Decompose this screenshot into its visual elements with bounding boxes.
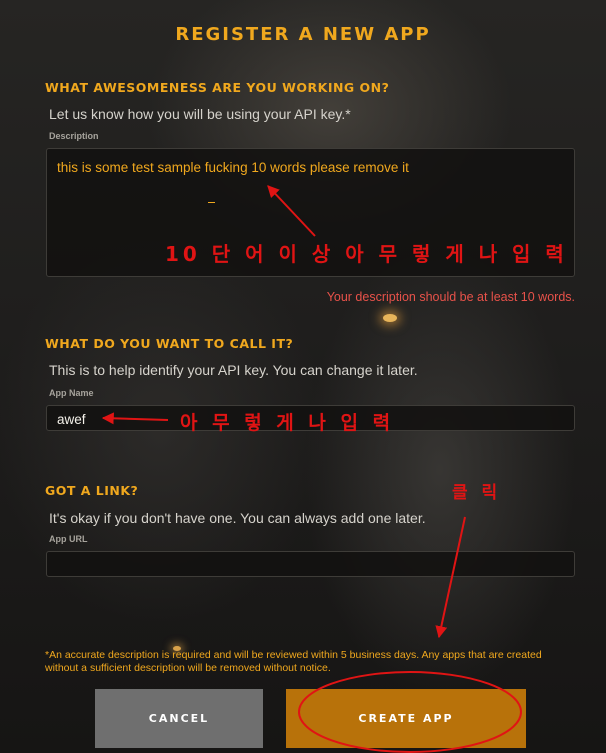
annotation-name-note: 아 무 렇 게 나 입 력 — [180, 412, 395, 434]
annotation-overlay — [101, 185, 522, 753]
annotation-arrow — [267, 185, 316, 237]
annotation-description-note: 10 단 어 이 상 아 무 렇 게 나 입 력 — [165, 242, 568, 266]
annotation-click-note: 클 릭 — [452, 483, 502, 503]
annotation-arrow — [101, 412, 169, 425]
annotation-circle — [298, 671, 522, 753]
annotation-arrow — [435, 516, 466, 639]
